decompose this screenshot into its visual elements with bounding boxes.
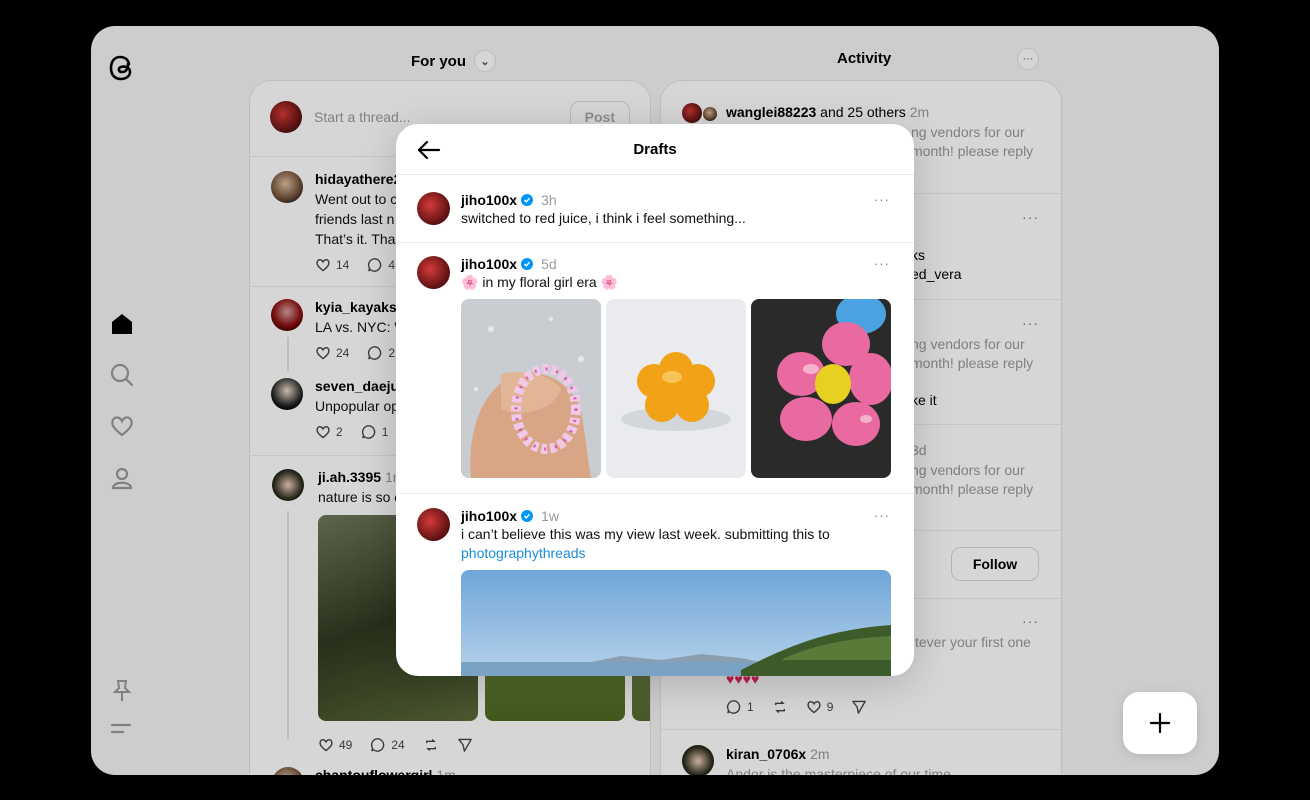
more-icon[interactable]: ··· bbox=[874, 508, 890, 523]
draft-time: 1w bbox=[541, 508, 559, 524]
username: jiho100x bbox=[461, 192, 518, 208]
draft-username: jiho100x 1w bbox=[461, 508, 559, 524]
draft-text: switched to red juice, i think i feel so… bbox=[461, 210, 746, 226]
draft-time: 3h bbox=[541, 192, 557, 208]
verified-badge-icon bbox=[521, 258, 534, 270]
draft-time: 5d bbox=[541, 256, 557, 272]
username: jiho100x bbox=[461, 508, 518, 524]
drafts-modal: Drafts jiho100x 3h ··· switched to red ju… bbox=[396, 124, 914, 676]
draft-username: jiho100x 5d bbox=[461, 256, 557, 272]
avatar bbox=[417, 192, 450, 225]
flower-emoji: 🌸 bbox=[600, 274, 619, 290]
draft-text: 🌸 in my floral girl era 🌸 bbox=[461, 273, 618, 292]
flower-emoji: 🌸 bbox=[461, 274, 479, 290]
username: jiho100x bbox=[461, 256, 518, 272]
modal-title: Drafts bbox=[633, 141, 677, 158]
draft-text: i can’t believe this was my view last we… bbox=[461, 526, 830, 542]
verified-badge-icon bbox=[521, 510, 534, 522]
more-icon[interactable]: ··· bbox=[874, 192, 890, 207]
new-thread-button[interactable] bbox=[1123, 692, 1197, 754]
draft-image[interactable] bbox=[461, 570, 891, 676]
verified-badge-icon bbox=[521, 194, 534, 206]
draft-image[interactable] bbox=[461, 299, 601, 478]
avatar bbox=[417, 256, 450, 289]
draft-text-body: in my floral girl era bbox=[478, 274, 601, 290]
avatar bbox=[417, 508, 450, 541]
draft-image[interactable] bbox=[751, 299, 891, 478]
modal-header: Drafts bbox=[396, 124, 914, 175]
draft-image[interactable] bbox=[606, 299, 746, 478]
draft-link[interactable]: photographythreads bbox=[461, 544, 586, 563]
plus-icon bbox=[1149, 712, 1171, 734]
more-icon[interactable]: ··· bbox=[874, 256, 890, 271]
draft-username: jiho100x 3h bbox=[461, 192, 557, 208]
